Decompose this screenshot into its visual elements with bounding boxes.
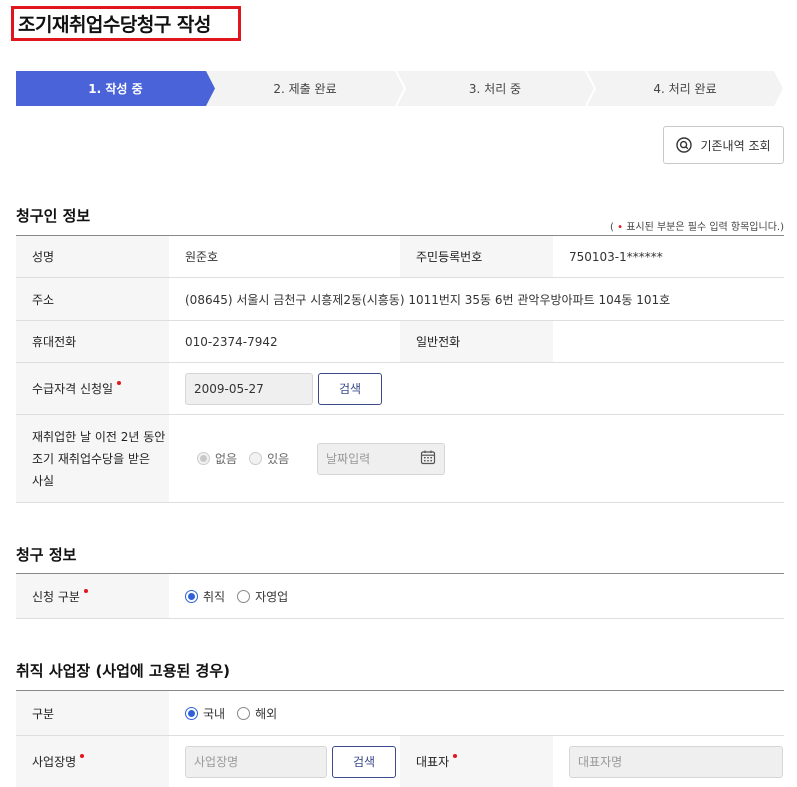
required-dot: [80, 754, 85, 758]
mobile-value: 010-2374-7942: [169, 320, 400, 363]
workplace-name-input[interactable]: 사업장명: [185, 745, 327, 778]
table-row: 주소 (08645) 서울시 금천구 시흥제2동(시흥동) 1011번지 35동…: [16, 277, 784, 321]
qualify-date-label: 수급자격 신청일: [16, 362, 169, 415]
table-row: 신청 구분 취직 자영업: [16, 573, 784, 619]
prev-date-input[interactable]: 날짜입력: [317, 442, 446, 475]
rrn-label: 주민등록번호: [400, 235, 553, 278]
workplace-name-cell: 사업장명 검색: [169, 735, 400, 787]
ceo-input[interactable]: 대표자명: [569, 745, 783, 778]
ceo-label: 대표자: [400, 735, 553, 787]
qualify-date-input[interactable]: 2009-05-27: [185, 372, 313, 405]
history-search-button[interactable]: 기존내역 조회: [663, 126, 784, 164]
required-dot: [117, 381, 122, 385]
step-2: 2. 제출 완료: [273, 82, 337, 96]
division-radio-group: 국내 해외: [185, 705, 289, 722]
calendar-icon[interactable]: [420, 449, 436, 468]
qualify-search-button[interactable]: 검색: [318, 372, 382, 405]
workplace-table: 구분 국내 해외 사업장명 사업장명 검색 대표자 대표자명: [16, 690, 784, 787]
prev-receipt-cell: 없음 있음 날짜입력: [169, 414, 784, 503]
qualify-date-cell: 2009-05-27 검색: [169, 362, 784, 415]
prev-receipt-label: 재취업한 날 이전 2년 동안 조기 재취업수당을 받은 사실: [16, 414, 169, 503]
name-label: 성명: [16, 235, 169, 278]
search-icon: [676, 137, 693, 153]
phone-value: [553, 320, 784, 363]
radio-overseas[interactable]: 해외: [237, 705, 277, 722]
required-note: ( • 표시된 부분은 필수 입력 항목입니다.): [610, 222, 784, 233]
radio-none[interactable]: 없음: [197, 450, 237, 467]
claim-table: 신청 구분 취직 자영업: [16, 573, 784, 619]
step-4: 4. 처리 완료: [653, 82, 717, 96]
required-dot: [453, 754, 458, 758]
phone-label: 일반전화: [400, 320, 553, 363]
claimant-section-title: 청구인 정보: [16, 207, 91, 225]
claimant-table: 성명 원준호 주민등록번호 750103-1****** 주소 (08645) …: [16, 235, 784, 503]
table-row: 휴대전화 010-2374-7942 일반전화: [16, 320, 784, 363]
page-title: 조기재취업수당청구 작성: [11, 6, 241, 41]
radio-yes[interactable]: 있음: [249, 450, 289, 467]
table-row: 수급자격 신청일 2009-05-27 검색: [16, 362, 784, 415]
step-3: 3. 처리 중: [468, 82, 522, 96]
workplace-name-label: 사업장명: [16, 735, 169, 787]
name-value: 원준호: [169, 235, 400, 278]
radio-self-employed[interactable]: 자영업: [237, 588, 288, 605]
table-row: 사업장명 사업장명 검색 대표자 대표자명: [16, 735, 784, 787]
claim-type-label: 신청 구분: [16, 573, 169, 619]
table-row: 성명 원준호 주민등록번호 750103-1******: [16, 235, 784, 278]
history-search-label: 기존내역 조회: [700, 138, 771, 153]
rrn-value: 750103-1******: [553, 235, 784, 278]
division-cell: 국내 해외: [169, 690, 784, 736]
address-label: 주소: [16, 277, 169, 321]
claim-section-title: 청구 정보: [16, 546, 77, 564]
step-1: 1. 작성 중: [88, 82, 143, 96]
claim-type-cell: 취직 자영업: [169, 573, 784, 619]
workplace-search-button[interactable]: 검색: [332, 745, 396, 778]
progress-steps: 1. 작성 중 2. 제출 완료 3. 처리 중 4. 처리 완료: [16, 71, 784, 106]
address-value: (08645) 서울시 금천구 시흥제2동(시흥동) 1011번지 35동 6번…: [169, 277, 784, 321]
claim-type-radio-group: 취직 자영업: [185, 588, 300, 605]
mobile-label: 휴대전화: [16, 320, 169, 363]
prev-receipt-radio-group: 없음 있음: [197, 450, 301, 467]
ceo-cell: 대표자명: [553, 735, 784, 787]
required-dot: [83, 588, 88, 593]
workplace-section-title: 취직 사업장 (사업에 고용된 경우): [16, 662, 231, 680]
division-label: 구분: [16, 690, 169, 736]
table-row: 재취업한 날 이전 2년 동안 조기 재취업수당을 받은 사실 없음 있음 날짜…: [16, 414, 784, 503]
radio-domestic[interactable]: 국내: [185, 705, 225, 722]
radio-employment[interactable]: 취직: [185, 588, 225, 605]
table-row: 구분 국내 해외: [16, 690, 784, 736]
page-title-text: 조기재취업수당청구 작성: [18, 14, 211, 36]
